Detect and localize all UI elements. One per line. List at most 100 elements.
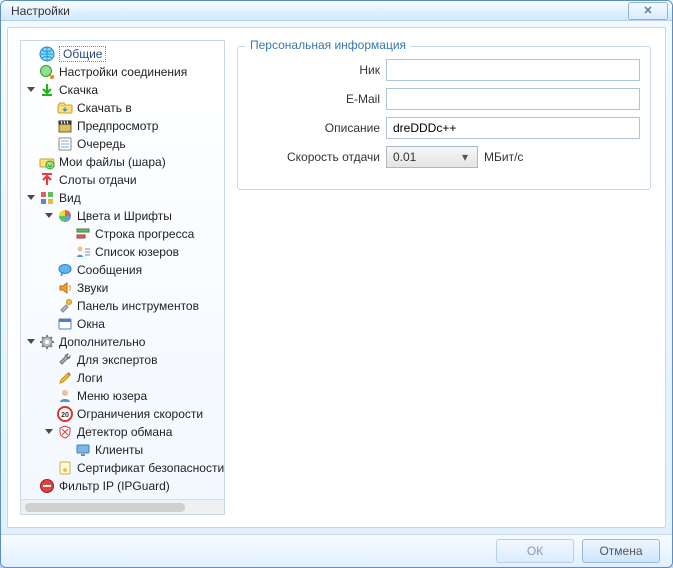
- personal-info-group: Персональная информация Ник E-Mail Описа…: [237, 46, 651, 190]
- monitor-icon: [75, 442, 91, 458]
- tree-label: Звуки: [77, 281, 108, 295]
- cancel-button[interactable]: Отмена: [582, 539, 660, 563]
- content-area: Общие Настройки соединения: [7, 27, 666, 528]
- tree-label: Клиенты: [95, 443, 143, 457]
- tree-item-certificate[interactable]: Сертификат безопасности: [41, 459, 222, 477]
- speaker-icon: [57, 280, 73, 296]
- cancel-label: Отмена: [599, 544, 642, 558]
- expander-icon[interactable]: [25, 192, 37, 204]
- tree-item-experts[interactable]: Для экспертов: [41, 351, 222, 369]
- tree-label: Мои файлы (шара): [59, 155, 166, 169]
- tree-label: Окна: [77, 317, 105, 331]
- tree-label: Скачать в: [77, 101, 132, 115]
- tree-item-downloads[interactable]: Скачка: [23, 81, 222, 99]
- upload-speed-label: Скорость отдачи: [248, 150, 386, 164]
- bars-icon: [75, 226, 91, 242]
- category-tree: Общие Настройки соединения: [23, 45, 222, 495]
- user-list-icon: [75, 244, 91, 260]
- tree-item-progress-bar[interactable]: Строка прогресса: [59, 225, 222, 243]
- tree-label: Фильтр IP (IPGuard): [59, 479, 170, 493]
- shield-icon: [57, 424, 73, 440]
- folder-share-icon: [39, 154, 55, 170]
- group-title: Персональная информация: [246, 38, 410, 52]
- expander-icon[interactable]: [43, 210, 55, 222]
- tree-item-user-list[interactable]: Список юзеров: [59, 243, 222, 261]
- tree-label: Скачка: [59, 83, 98, 97]
- tree-label: Сообщения: [77, 263, 142, 277]
- svg-text:20: 20: [61, 412, 69, 419]
- ok-button[interactable]: ОК: [496, 539, 574, 563]
- tree-label: Меню юзера: [77, 389, 147, 403]
- close-button[interactable]: ✕: [628, 2, 668, 20]
- tree-label: Очередь: [77, 137, 126, 151]
- tree-item-download-to[interactable]: Скачать в: [41, 99, 222, 117]
- expander-icon[interactable]: [25, 336, 37, 348]
- tree-label: Строка прогресса: [95, 227, 194, 241]
- upload-icon: [39, 172, 55, 188]
- row-email: E-Mail: [248, 88, 640, 110]
- titlebar: Настройки ✕: [1, 1, 672, 21]
- upload-speed-unit: МБит/с: [484, 150, 523, 164]
- pie-chart-icon: [57, 208, 73, 224]
- row-nick: Ник: [248, 59, 640, 81]
- globe-arrow-icon: [39, 64, 55, 80]
- tree-item-messages[interactable]: Сообщения: [41, 261, 222, 279]
- tree-label: Предпросмотр: [77, 119, 158, 133]
- tree-label: Настройки соединения: [59, 65, 187, 79]
- tree-item-general[interactable]: Общие: [23, 45, 222, 63]
- tree-item-connection[interactable]: Настройки соединения: [23, 63, 222, 81]
- tree-item-advanced[interactable]: Дополнительно: [23, 333, 222, 351]
- tree-item-share[interactable]: Мои файлы (шара): [23, 153, 222, 171]
- close-icon: ✕: [643, 4, 652, 17]
- tree-item-toolbar[interactable]: Панель инструментов: [41, 297, 222, 315]
- tree-label: Для экспертов: [77, 353, 157, 367]
- tree-item-appearance[interactable]: Вид: [23, 189, 222, 207]
- clapper-icon: [57, 118, 73, 134]
- tree-item-clients[interactable]: Клиенты: [59, 441, 222, 459]
- expander-icon[interactable]: [43, 426, 55, 438]
- upload-speed-value: 0.01: [393, 150, 457, 164]
- scrollbar-thumb[interactable]: [25, 503, 185, 512]
- horizontal-scrollbar[interactable]: [21, 499, 224, 514]
- folder-down-icon: [57, 100, 73, 116]
- tree-item-ipguard[interactable]: Фильтр IP (IPGuard): [23, 477, 222, 495]
- chevron-down-icon: ▾: [457, 150, 473, 164]
- tree-label: Слоты отдачи: [59, 173, 137, 187]
- tree-label: Ограничения скорости: [77, 407, 203, 421]
- tree-label: Панель инструментов: [77, 299, 199, 313]
- tree-item-sounds[interactable]: Звуки: [41, 279, 222, 297]
- certificate-icon: [57, 460, 73, 476]
- tree-label: Дополнительно: [59, 335, 145, 349]
- description-input[interactable]: [386, 117, 640, 139]
- tree-item-user-menu[interactable]: Меню юзера: [41, 387, 222, 405]
- email-input[interactable]: [386, 88, 640, 110]
- settings-window: Настройки ✕ Общие: [0, 0, 673, 568]
- settings-panel: Персональная информация Ник E-Mail Описа…: [235, 40, 653, 515]
- tree-label: Список юзеров: [95, 245, 179, 259]
- tree-label: Сертификат безопасности: [77, 461, 224, 475]
- tree-item-colors-fonts[interactable]: Цвета и Шрифты: [41, 207, 222, 225]
- row-description: Описание: [248, 117, 640, 139]
- list-icon: [57, 136, 73, 152]
- tree-item-queue[interactable]: Очередь: [41, 135, 222, 153]
- user-icon: [57, 388, 73, 404]
- tree-scroll[interactable]: Общие Настройки соединения: [21, 41, 224, 499]
- window-title: Настройки: [11, 4, 628, 18]
- upload-speed-combo[interactable]: 0.01 ▾: [386, 146, 478, 168]
- tree-item-speed-limit[interactable]: 20 Ограничения скорости: [41, 405, 222, 423]
- tree-label: Цвета и Шрифты: [77, 209, 172, 223]
- nick-label: Ник: [248, 63, 386, 77]
- ok-label: ОК: [527, 544, 543, 558]
- expander-icon[interactable]: [25, 84, 37, 96]
- tools-icon: [57, 298, 73, 314]
- tree-item-upload-slots[interactable]: Слоты отдачи: [23, 171, 222, 189]
- nick-input[interactable]: [386, 59, 640, 81]
- tree-item-cheat-detector[interactable]: Детектор обмана: [41, 423, 222, 441]
- tree-item-windows[interactable]: Окна: [41, 315, 222, 333]
- tree-label: Вид: [59, 191, 81, 205]
- tree-item-preview[interactable]: Предпросмотр: [41, 117, 222, 135]
- tree-item-logs[interactable]: Логи: [41, 369, 222, 387]
- windows-flag-icon: [39, 190, 55, 206]
- description-label: Описание: [248, 121, 386, 135]
- dialog-footer: ОК Отмена: [1, 534, 672, 567]
